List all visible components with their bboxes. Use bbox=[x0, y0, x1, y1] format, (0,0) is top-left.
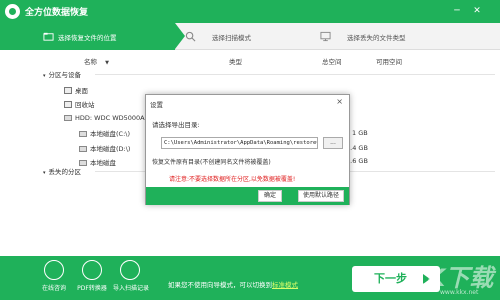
step-2[interactable]: 选择扫描模式 bbox=[185, 23, 325, 50]
ok-button[interactable]: 确定 bbox=[258, 190, 282, 202]
tree-item-hdd[interactable]: HDD: WDC WD5000AZ bbox=[64, 114, 149, 126]
export-path-input[interactable]: C:\Users\Administrator\AppData\Roaming\r… bbox=[161, 137, 318, 149]
export-dir-label: 请选择导出目录: bbox=[152, 121, 200, 129]
desktop-icon bbox=[64, 87, 72, 94]
monitor-icon bbox=[320, 31, 331, 42]
browse-button[interactable]: ... bbox=[323, 137, 343, 149]
warning-text: 请注意:不要选择数据所在分区,以免数据被覆盖! bbox=[169, 176, 296, 183]
folder-icon bbox=[43, 32, 54, 41]
dialog-close-button[interactable]: × bbox=[336, 97, 343, 106]
tree-item-disk-c[interactable]: 本地磁盘(C:\) bbox=[79, 128, 130, 140]
step-3-label: 选择丢失的文件类型 bbox=[347, 34, 406, 42]
magnifier-icon bbox=[185, 31, 196, 42]
minimize-button[interactable]: ─ bbox=[450, 4, 464, 18]
column-header-total[interactable]: 总空间 bbox=[322, 56, 342, 66]
online-consult-button[interactable]: 在线咨询 bbox=[37, 260, 71, 292]
free-space-c: 1 GB bbox=[352, 129, 368, 137]
close-window-button[interactable]: ✕ bbox=[470, 4, 484, 18]
app-logo-icon bbox=[5, 4, 20, 19]
disk-icon bbox=[79, 146, 87, 152]
step-3[interactable]: 选择丢失的文件类型 bbox=[320, 23, 460, 50]
step-2-label: 选择扫描模式 bbox=[212, 34, 251, 42]
column-header-free[interactable]: 可用空间 bbox=[376, 56, 402, 66]
standard-mode-link[interactable]: 标准模式 bbox=[272, 281, 298, 289]
app-title: 全方位数据恢复 bbox=[25, 8, 89, 18]
import-scan-record-button[interactable]: 导入扫描记录 bbox=[113, 260, 149, 292]
section-partitions[interactable]: ▾ 分区与设备 bbox=[43, 69, 81, 81]
watermark-url: www.kkx.net bbox=[440, 289, 479, 296]
tree-item-recycle-bin[interactable]: 回收站 bbox=[64, 99, 95, 111]
settings-dialog: 设置 × 请选择导出目录: C:\Users\Administrator\App… bbox=[145, 94, 350, 205]
step-1-label: 选择恢复文件的位置 bbox=[58, 34, 117, 42]
default-path-button[interactable]: 使用默认路径 bbox=[298, 190, 344, 202]
recycle-bin-icon bbox=[64, 101, 72, 108]
watermark: KK下载 bbox=[408, 264, 494, 292]
tree-item-desktop[interactable]: 桌面 bbox=[64, 85, 88, 97]
disk-icon bbox=[79, 131, 87, 137]
sort-arrow-icon: ▼ bbox=[105, 60, 109, 66]
import-icon bbox=[120, 260, 140, 280]
title-bar: 全方位数据恢复 ─ ✕ bbox=[0, 0, 500, 23]
mode-switch-message: 如果您不使用向导模式，可以切换到标准模式 bbox=[168, 281, 298, 289]
dialog-title: 设置 bbox=[150, 101, 163, 109]
pdf-converter-button[interactable]: PDF转换器 bbox=[75, 260, 109, 292]
collapse-arrow-icon: ▾ bbox=[43, 170, 46, 176]
column-header-type[interactable]: 类型 bbox=[229, 56, 242, 66]
keep-structure-note: 恢复文件原有目录(不创建同名文件将被覆盖) bbox=[152, 159, 271, 166]
section-lost-partitions[interactable]: ▾ 丢失的分区 bbox=[43, 166, 81, 178]
collapse-arrow-icon: ▾ bbox=[43, 73, 46, 79]
divider bbox=[95, 74, 495, 75]
tree-item-disk-d[interactable]: 本地磁盘(D:\) bbox=[79, 143, 130, 155]
pdf-icon bbox=[82, 260, 102, 280]
hard-drive-icon bbox=[64, 115, 72, 121]
column-header-name[interactable]: 名称 ▼ bbox=[84, 56, 109, 66]
step-1[interactable]: 选择恢复文件的位置 bbox=[0, 23, 185, 50]
dialog-button-bar: 确定 使用默认路径 bbox=[146, 187, 349, 205]
chat-icon bbox=[44, 260, 64, 280]
step-bar: 选择恢复文件的位置 选择扫描模式 选择丢失的文件类型 bbox=[0, 23, 500, 50]
tree-item-disk-e[interactable]: 本地磁盘 bbox=[79, 157, 116, 169]
